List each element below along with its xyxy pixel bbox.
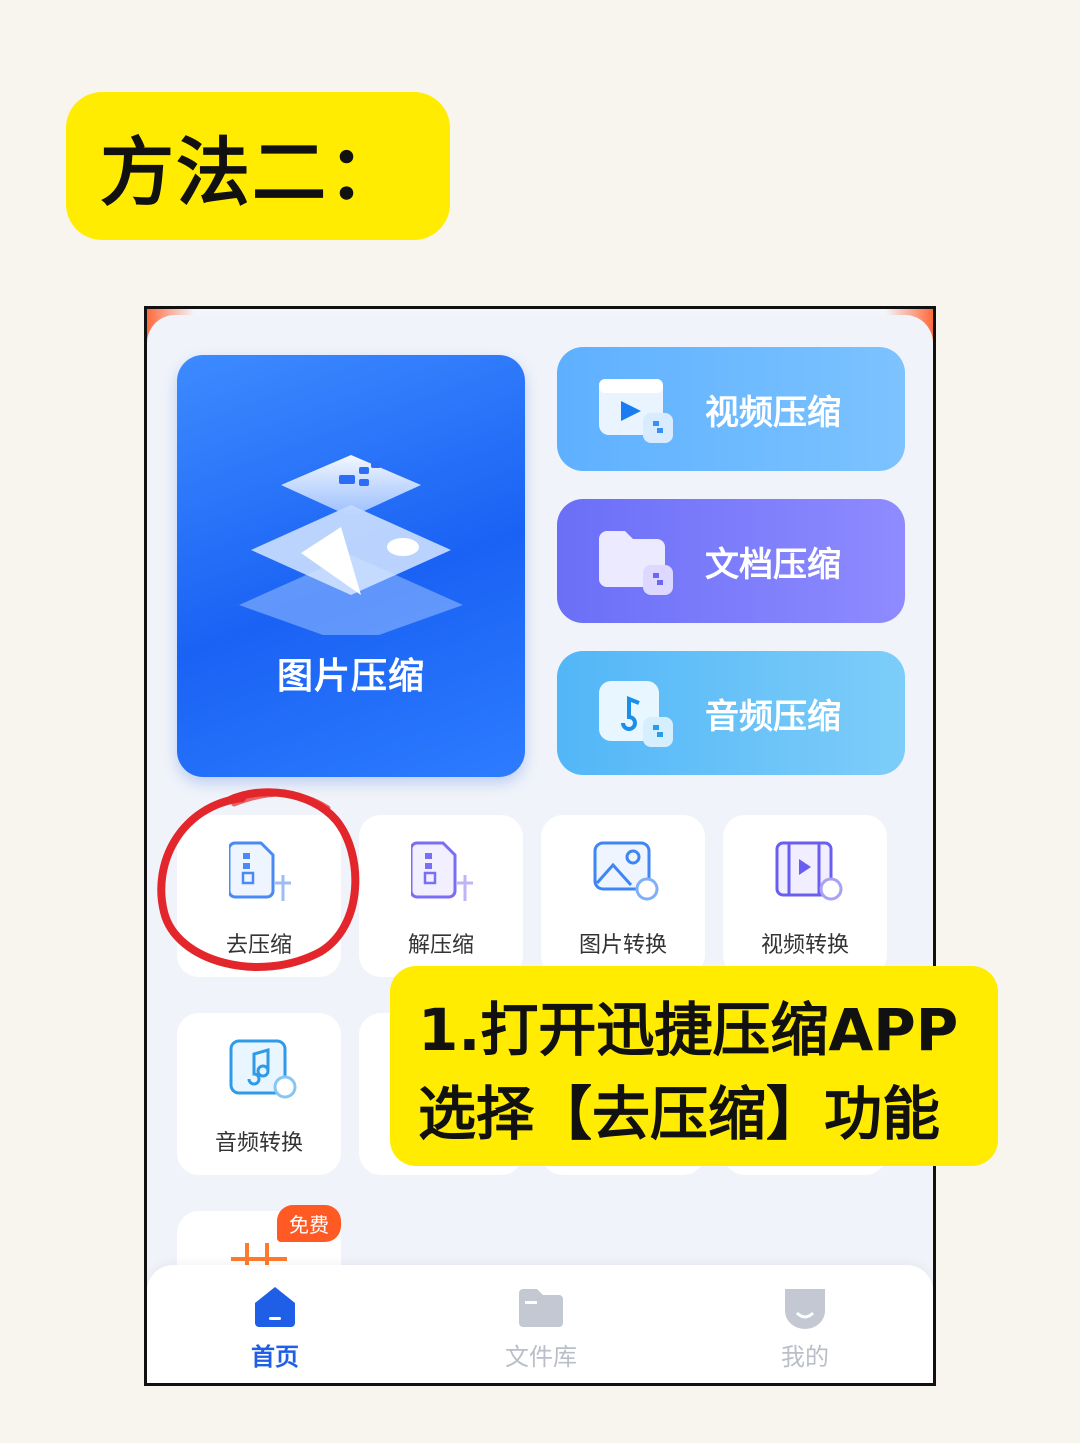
page-title: 方法二： xyxy=(100,129,404,216)
profile-icon xyxy=(745,1283,865,1335)
audio-compress-label: 音频压缩 xyxy=(705,696,841,737)
video-file-icon xyxy=(597,373,677,449)
tool-video-convert[interactable]: 视频转换 xyxy=(723,815,887,977)
image-compress-card[interactable]: 图片压缩 xyxy=(177,355,525,777)
nav-profile[interactable]: 我的 xyxy=(745,1283,865,1372)
file-compress-icon xyxy=(227,839,293,907)
tool-image-convert-label: 图片转换 xyxy=(578,933,667,958)
tool-image-convert[interactable]: 图片转换 xyxy=(541,815,705,977)
nav-home-label: 首页 xyxy=(251,1343,299,1371)
title-banner: 方法二： xyxy=(66,92,450,240)
folder-icon xyxy=(481,1283,601,1335)
video-compress-label: 视频压缩 xyxy=(705,392,841,433)
doc-compress-card[interactable]: 文档压缩 xyxy=(557,499,905,623)
callout-line-2: 选择【去压缩】功能 xyxy=(418,1080,941,1148)
nav-profile-label: 我的 xyxy=(781,1343,829,1371)
folder-file-icon xyxy=(597,525,677,601)
tool-audio-convert-label: 音频转换 xyxy=(214,1131,303,1156)
tool-video-convert-label: 视频转换 xyxy=(760,933,849,958)
music-file-icon xyxy=(597,677,677,753)
bottom-nav: 首页 文件库 我的 xyxy=(147,1265,933,1383)
file-decompress-icon xyxy=(409,839,475,907)
doc-compress-label: 文档压缩 xyxy=(705,544,841,585)
nav-files-label: 文件库 xyxy=(505,1343,577,1371)
tool-compress-label: 去压缩 xyxy=(225,933,292,958)
layers-image-icon xyxy=(239,455,463,635)
video-compress-card[interactable]: 视频压缩 xyxy=(557,347,905,471)
phone-screenshot: 图片压缩 视频压缩 文档压缩 音频压缩 去压缩 解压缩 图片转换 视频转换 音频… xyxy=(144,306,936,1386)
nav-files[interactable]: 文件库 xyxy=(481,1283,601,1372)
nav-home[interactable]: 首页 xyxy=(215,1283,335,1372)
tool-decompress-label: 解压缩 xyxy=(407,933,474,958)
image-convert-icon xyxy=(593,839,661,907)
instruction-callout: 1.打开迅捷压缩APP 选择【去压缩】功能 xyxy=(390,966,998,1166)
home-panel: 图片压缩 视频压缩 文档压缩 音频压缩 去压缩 解压缩 图片转换 视频转换 音频… xyxy=(147,315,933,1383)
audio-convert-icon xyxy=(229,1037,297,1105)
audio-compress-card[interactable]: 音频压缩 xyxy=(557,651,905,775)
tool-compress[interactable]: 去压缩 xyxy=(177,815,341,977)
video-convert-icon xyxy=(775,839,843,907)
free-badge: 免费 xyxy=(277,1205,341,1242)
tool-audio-convert[interactable]: 音频转换 xyxy=(177,1013,341,1175)
tool-decompress[interactable]: 解压缩 xyxy=(359,815,523,977)
image-compress-label: 图片压缩 xyxy=(276,656,425,697)
callout-line-1: 1.打开迅捷压缩APP xyxy=(418,996,959,1064)
home-icon xyxy=(215,1283,335,1335)
